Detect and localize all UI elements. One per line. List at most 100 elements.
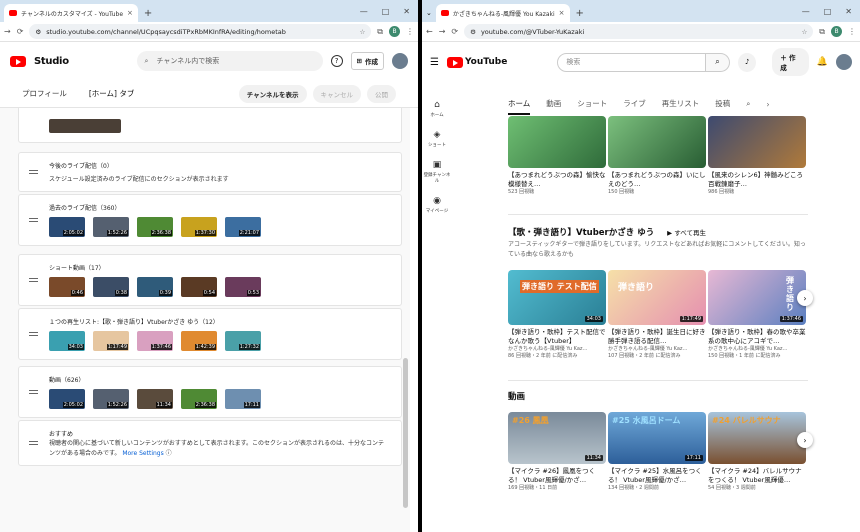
rail-item-home[interactable]: ⌂ ホーム [422,100,452,118]
url-field[interactable]: ⚙ studio.youtube.com/channel/UCpqsaycsdi… [29,24,372,39]
rail-item-you[interactable]: ◉ マイページ [422,196,452,214]
tab-videos[interactable]: 動画 [546,98,561,115]
rail-item-subscriptions[interactable]: ▣ 登録チャンネル [422,160,452,184]
video-title[interactable]: 【あつまれどうぶつの森】いにしえのどう… [608,171,706,189]
close-tab-icon[interactable]: × [559,9,565,17]
drag-handle-icon[interactable] [29,390,38,394]
tab-live[interactable]: ライブ [623,98,646,115]
video-title[interactable]: 【マイクラ #24】バレルサウナをつくる！ Vtuber風輝優… [708,467,806,485]
youtube-wordmark[interactable]: YouTube [465,57,507,67]
video-thumbnail[interactable] [708,116,806,168]
bookmark-star-icon[interactable]: ☆ [801,28,807,36]
account-avatar[interactable] [835,54,852,70]
maximize-icon[interactable]: □ [824,7,832,16]
video-title[interactable]: 【マイクラ #26】鳳凰をつくる！ Vtuber風輝優/かざ… [508,467,606,485]
video-card[interactable]: 【あつまれどうぶつの森】愉快な模様替え… 523 回視聴 [508,116,606,196]
drag-handle-icon[interactable] [29,218,38,222]
video-thumbnail[interactable]: 弾き語り 1:37:46 [708,270,806,325]
minimize-icon[interactable]: — [360,7,368,16]
profile-avatar[interactable]: B [831,26,842,37]
maximize-icon[interactable]: □ [382,7,390,16]
play-all-button[interactable]: ▶ すべて再生 [667,229,706,237]
section-upcoming-live[interactable]: 今後のライブ配信（0） スケジュール設定済みのライブ配信にのセクションが表示され… [18,152,402,192]
video-title[interactable]: 【あつまれどうぶつの森】愉快な模様替え… [508,171,606,189]
more-settings-link[interactable]: More Settings [122,450,163,457]
hamburger-menu-icon[interactable]: ☰ [430,57,439,68]
new-tab-icon[interactable]: + [144,8,152,19]
video-thumbnail[interactable]: #25 水風呂ドーム 17:11 [608,412,706,464]
browser-tab[interactable]: チャンネルのカスタマイズ - YouTube × [4,4,138,22]
video-title[interactable]: 【マイクラ #25】水風呂をつくる！ Vtuber風輝優/かざ… [608,467,706,485]
reload-icon[interactable]: ⟳ [17,27,24,36]
video-card[interactable]: 弾き語り テスト配信 34:03 【弾き語り・歌枠】テスト配信でなんか歌う【Vt… [508,270,606,360]
channel-search-icon[interactable]: ⌕ [746,99,750,115]
video-card[interactable]: 弾き語り 1:37:46 【弾き語り・歌枠】春の歌や卒業系の歌中心にアコギで… … [708,270,806,360]
back-icon[interactable]: ← [426,27,433,36]
channel-name[interactable]: かざきちゃんねる-風輝優 Yu Kaz… [508,346,606,353]
video-thumbnail[interactable]: #24 バレルサウナ [708,412,806,464]
view-channel-button[interactable]: チャンネルを表示 [238,84,307,103]
youtube-logo-icon[interactable] [10,55,26,67]
section-recommended[interactable]: おすすめ 視聴者の関心に基づいて新しいコンテンツがおすすめとして表示されます。こ… [18,420,402,466]
carousel-next-icon[interactable]: › [797,290,813,306]
tab-profile[interactable]: プロフィール [22,88,67,99]
drag-handle-icon[interactable] [29,170,38,174]
video-thumbnail[interactable] [508,116,606,168]
video-thumbnail[interactable]: #26 鳳凰 11:34 [508,412,606,464]
section-shorts[interactable]: ショート動画（17） 0:46 0:38 0:39 0:54 0:53 [18,254,402,306]
close-tab-icon[interactable]: × [127,9,133,17]
video-thumbnail[interactable]: 弾き語り 1:17:49 [608,270,706,325]
extensions-icon[interactable]: ⧉ [819,27,825,37]
tab-home[interactable]: ホーム [508,98,531,115]
bookmark-star-icon[interactable]: ☆ [359,28,365,36]
menu-icon[interactable]: ⋮ [848,27,856,36]
video-title[interactable]: 【弾き語り・歌枠】誕生日に好き勝手弾き語る配信… [608,328,706,346]
account-avatar[interactable] [392,53,408,69]
video-card[interactable]: 【風来のシレン6】神髄みどころ百戦錬磨子… 986 回視聴 [708,116,806,196]
drag-handle-icon[interactable] [29,332,38,336]
tab-playlists[interactable]: 再生リスト [662,98,700,115]
reload-icon[interactable]: ⟳ [451,27,458,36]
channel-search-input[interactable]: ⌕ チャンネル内で検索 [136,51,323,71]
video-card[interactable]: 弾き語り 1:17:49 【弾き語り・歌枠】誕生日に好き勝手弾き語る配信… かざ… [608,270,706,360]
video-card[interactable]: 【あつまれどうぶつの森】いにしえのどう… 150 回視聴 [608,116,706,196]
search-input[interactable]: 検索 [557,52,706,72]
help-icon[interactable]: ? [330,55,343,67]
scrollbar[interactable] [403,358,408,508]
section-playlist[interactable]: １つの再生リスト:【歌・弾き語り】Vtuberかざき ゆう（12） 34:03 … [18,308,402,360]
drag-handle-icon[interactable] [29,441,38,445]
url-field[interactable]: ⚙ youtube.com/@VTuber-YuKazaki ☆ [464,24,814,39]
cancel-button[interactable]: キャンセル [312,84,361,103]
chevron-right-icon[interactable]: › [766,100,769,115]
video-title[interactable]: 【弾き語り・歌枠】テスト配信でなんか歌う【Vtuber】 [508,328,606,346]
section-past-live[interactable]: 過去のライブ配信（360） 2:05:02 1:52:26 2:36:38 1:… [18,194,402,246]
search-button-icon[interactable]: ⌕ [705,52,731,72]
rail-item-shorts[interactable]: ◈ ショート [422,130,452,148]
minimize-icon[interactable]: — [802,7,810,16]
site-info-icon[interactable]: ⚙ [470,28,476,36]
create-button[interactable]: ＋ 作成 [772,48,809,76]
youtube-logo-icon[interactable] [446,56,463,68]
videos-section-title[interactable]: 動画 [508,390,525,402]
site-info-icon[interactable]: ⚙ [35,28,41,36]
video-thumbnail[interactable]: 弾き語り テスト配信 34:03 [508,270,606,325]
video-thumbnail[interactable] [608,116,706,168]
video-title[interactable]: 【弾き語り・歌枠】春の歌や卒業系の歌中心にアコギで… [708,328,806,346]
video-title[interactable]: 【風来のシレン6】神髄みどころ百戦錬磨子… [708,171,806,189]
channel-name[interactable]: かざきちゃんねる-風輝優 Yu Kaz… [608,346,706,353]
new-tab-icon[interactable]: + [576,8,584,19]
microphone-icon[interactable]: ♪ [738,52,757,72]
notifications-bell-icon[interactable]: 🔔 [817,57,828,67]
publish-button[interactable]: 公開 [367,84,396,103]
help-circle-icon[interactable]: ⓘ [166,450,172,457]
playlist-title[interactable]: 【歌・弾き語り】Vtuberかざき ゆう [508,228,654,238]
channel-name[interactable]: かざきちゃんねる-風輝優 Yu Kaz… [708,346,806,353]
carousel-next-icon[interactable]: › [797,432,813,448]
video-card[interactable]: #25 水風呂ドーム 17:11 【マイクラ #25】水風呂をつくる！ Vtub… [608,412,706,492]
section-videos[interactable]: 動画（626） 2:05:02 1:52:26 11:34 2:36:38 17… [18,366,402,418]
close-window-icon[interactable]: ✕ [845,7,852,16]
back-icon[interactable]: → [4,27,11,36]
tab-posts[interactable]: 投稿 [715,98,730,115]
tab-shorts[interactable]: ショート [577,98,607,115]
profile-avatar[interactable]: B [389,26,400,37]
